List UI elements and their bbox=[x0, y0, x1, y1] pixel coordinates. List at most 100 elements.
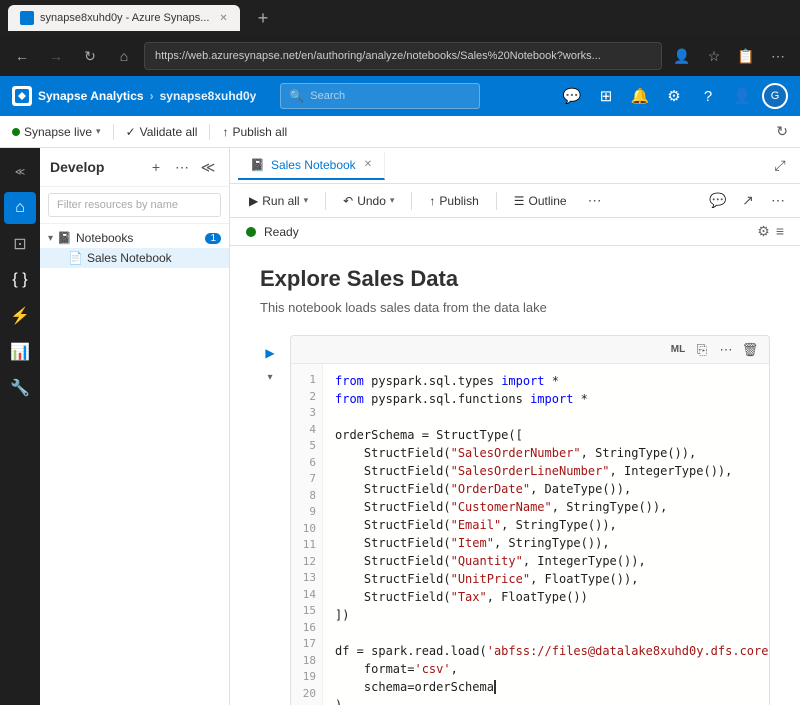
expand-sidebar-icon[interactable]: ≪ bbox=[4, 156, 36, 188]
undo-icon: ↶ bbox=[343, 194, 353, 208]
undo-chevron: ▾ bbox=[390, 195, 395, 206]
expand-notebook-btn[interactable]: ⤢ bbox=[768, 154, 792, 178]
share-btn[interactable]: ↗ bbox=[736, 189, 760, 213]
sales-notebook-label: Sales Notebook bbox=[87, 251, 221, 265]
line-numbers: 12345 678910 1112131415 1617181920 bbox=[291, 364, 323, 705]
notebook-more-btn[interactable]: ⋯ bbox=[766, 189, 790, 213]
develop-title: Develop bbox=[50, 159, 139, 175]
apps-icon[interactable]: ⊞ bbox=[592, 82, 620, 110]
code-cell-container: ▶ ▾ ML ⎘ ⋯ 🗑 12345 bbox=[290, 335, 770, 705]
favorites-icon[interactable]: ☆ bbox=[700, 42, 728, 70]
chat-icon[interactable]: 💬 bbox=[558, 82, 586, 110]
status-indicator bbox=[246, 227, 256, 237]
cell-run-btn[interactable]: ▶ bbox=[260, 343, 280, 363]
publish-all-label: Publish all bbox=[232, 125, 287, 139]
develop-sidebar-icon[interactable]: { } bbox=[4, 264, 36, 296]
synapse-live-label: Synapse live bbox=[24, 125, 92, 139]
publish-icon-nb: ↑ bbox=[429, 194, 435, 208]
toolbar-right-icons: ↻ bbox=[776, 123, 788, 140]
notebook-subtitle: This notebook loads sales data from the … bbox=[260, 300, 770, 315]
notebooks-tree-item[interactable]: ▾ 📓 Notebooks 1 bbox=[40, 228, 229, 248]
data-sidebar-icon[interactable]: ⊡ bbox=[4, 228, 36, 260]
workspace-link[interactable]: synapse8xuhd0y bbox=[160, 89, 257, 103]
status-bar: Ready ⚙ ≡ bbox=[230, 218, 800, 246]
publish-label: Publish bbox=[439, 194, 478, 208]
notebooks-icon: 📓 bbox=[57, 231, 72, 245]
synapse-live-btn[interactable]: Synapse live ▾ bbox=[12, 125, 101, 139]
sales-notebook-tab-label: Sales Notebook bbox=[271, 158, 356, 172]
notebook-tab-actions: ⤢ bbox=[768, 154, 792, 178]
cell-delete-btn[interactable]: 🗑 bbox=[739, 339, 761, 361]
sales-notebook-item[interactable]: 📄 Sales Notebook bbox=[40, 248, 229, 268]
develop-header: Develop + ⋯ ≪ bbox=[40, 148, 229, 187]
browser-tab-active[interactable]: synapse8xuhd0y - Azure Synaps... ✕ bbox=[8, 5, 240, 31]
nb-sep-2 bbox=[411, 192, 412, 210]
cell-toolbar: ML ⎘ ⋯ 🗑 bbox=[291, 336, 769, 364]
search-input[interactable] bbox=[310, 90, 471, 102]
refresh-icon[interactable]: ↻ bbox=[776, 123, 788, 140]
notebook-tab-close[interactable]: ✕ bbox=[364, 159, 372, 170]
help-icon[interactable]: ? bbox=[694, 82, 722, 110]
add-resource-btn[interactable]: + bbox=[145, 156, 167, 178]
left-sidebar-narrow: ≪ ⌂ ⊡ { } ⚡ 📊 🔧 bbox=[0, 148, 40, 705]
tab-close-btn[interactable]: ✕ bbox=[219, 13, 227, 24]
develop-actions: + ⋯ ≪ bbox=[145, 156, 219, 178]
search-bar[interactable]: 🔍 bbox=[280, 83, 480, 109]
cell-ml-icon[interactable]: ML bbox=[667, 339, 689, 361]
notebooks-label: Notebooks bbox=[76, 231, 201, 245]
settings-nb-icon[interactable]: ⚙ bbox=[757, 223, 770, 240]
notebooks-chevron: ▾ bbox=[48, 233, 53, 244]
validate-all-btn[interactable]: ✓ Validate all bbox=[126, 125, 198, 139]
cell-copy-btn[interactable]: ⎘ bbox=[691, 339, 713, 361]
run-all-btn[interactable]: ▶ Run all ▾ bbox=[240, 190, 317, 212]
more-icon[interactable]: ⋯ bbox=[764, 42, 792, 70]
notebook-tab-icon: 📓 bbox=[250, 158, 265, 172]
outline-label: Outline bbox=[529, 194, 567, 208]
publish-icon: ↑ bbox=[222, 125, 228, 139]
comment-btn[interactable]: 💬 bbox=[706, 189, 730, 213]
notebook-tabs: 📓 Sales Notebook ✕ ⤢ bbox=[230, 148, 800, 184]
notebook-toolbar: ▶ Run all ▾ ↶ Undo ▾ ↑ Publish ☰ Outline… bbox=[230, 184, 800, 218]
notebook-file-icon: 📄 bbox=[68, 251, 83, 265]
manage-sidebar-icon[interactable]: 🔧 bbox=[4, 372, 36, 404]
publish-btn[interactable]: ↑ Publish bbox=[420, 190, 487, 212]
toolbar-divider-2 bbox=[209, 124, 210, 140]
home-sidebar-icon[interactable]: ⌂ bbox=[4, 192, 36, 224]
user-avatar[interactable]: G bbox=[762, 83, 788, 109]
settings-icon[interactable]: ⚙ bbox=[660, 82, 688, 110]
secondary-toolbar: Synapse live ▾ ✓ Validate all ↑ Publish … bbox=[0, 116, 800, 148]
status-text: Ready bbox=[264, 225, 299, 239]
collapse-panel-btn[interactable]: ≪ bbox=[197, 156, 219, 178]
outline-btn[interactable]: ☰ Outline bbox=[505, 190, 576, 212]
integrate-sidebar-icon[interactable]: ⚡ bbox=[4, 300, 36, 332]
notification-icon[interactable]: 🔔 bbox=[626, 82, 654, 110]
code-editor[interactable]: from pyspark.sql.types import * from pys… bbox=[323, 364, 769, 705]
sales-notebook-tab[interactable]: 📓 Sales Notebook ✕ bbox=[238, 152, 385, 180]
run-all-label: Run all bbox=[262, 194, 299, 208]
publish-all-btn[interactable]: ↑ Publish all bbox=[222, 125, 287, 139]
forward-btn[interactable]: → bbox=[42, 42, 70, 70]
validate-all-label: Validate all bbox=[140, 125, 198, 139]
breadcrumb-sep: › bbox=[150, 89, 154, 103]
home-btn[interactable]: ⌂ bbox=[110, 42, 138, 70]
monitor-sidebar-icon[interactable]: 📊 bbox=[4, 336, 36, 368]
back-btn[interactable]: ← bbox=[8, 42, 36, 70]
cell-more-btn[interactable]: ⋯ bbox=[715, 339, 737, 361]
validate-icon: ✓ bbox=[126, 125, 136, 139]
collections-icon[interactable]: 📋 bbox=[732, 42, 760, 70]
reload-btn[interactable]: ↻ bbox=[76, 42, 104, 70]
tab-title: synapse8xuhd0y - Azure Synaps... bbox=[40, 12, 209, 24]
more-toolbar-btn[interactable]: ⋯ bbox=[588, 192, 602, 209]
undo-btn[interactable]: ↶ Undo ▾ bbox=[334, 190, 403, 212]
cell-collapse-btn[interactable]: ▾ bbox=[260, 367, 280, 387]
tab-favicon bbox=[20, 11, 34, 25]
filter-input[interactable] bbox=[48, 193, 221, 217]
feedback-icon[interactable]: 👤 bbox=[728, 82, 756, 110]
properties-icon[interactable]: ≡ bbox=[776, 223, 784, 240]
profile-icon[interactable]: 👤 bbox=[668, 42, 696, 70]
code-content: 12345 678910 1112131415 1617181920 from … bbox=[291, 364, 769, 705]
more-actions-btn[interactable]: ⋯ bbox=[171, 156, 193, 178]
address-input[interactable] bbox=[144, 42, 662, 70]
new-tab-btn[interactable]: + bbox=[248, 4, 279, 33]
notebooks-badge: 1 bbox=[205, 233, 221, 244]
